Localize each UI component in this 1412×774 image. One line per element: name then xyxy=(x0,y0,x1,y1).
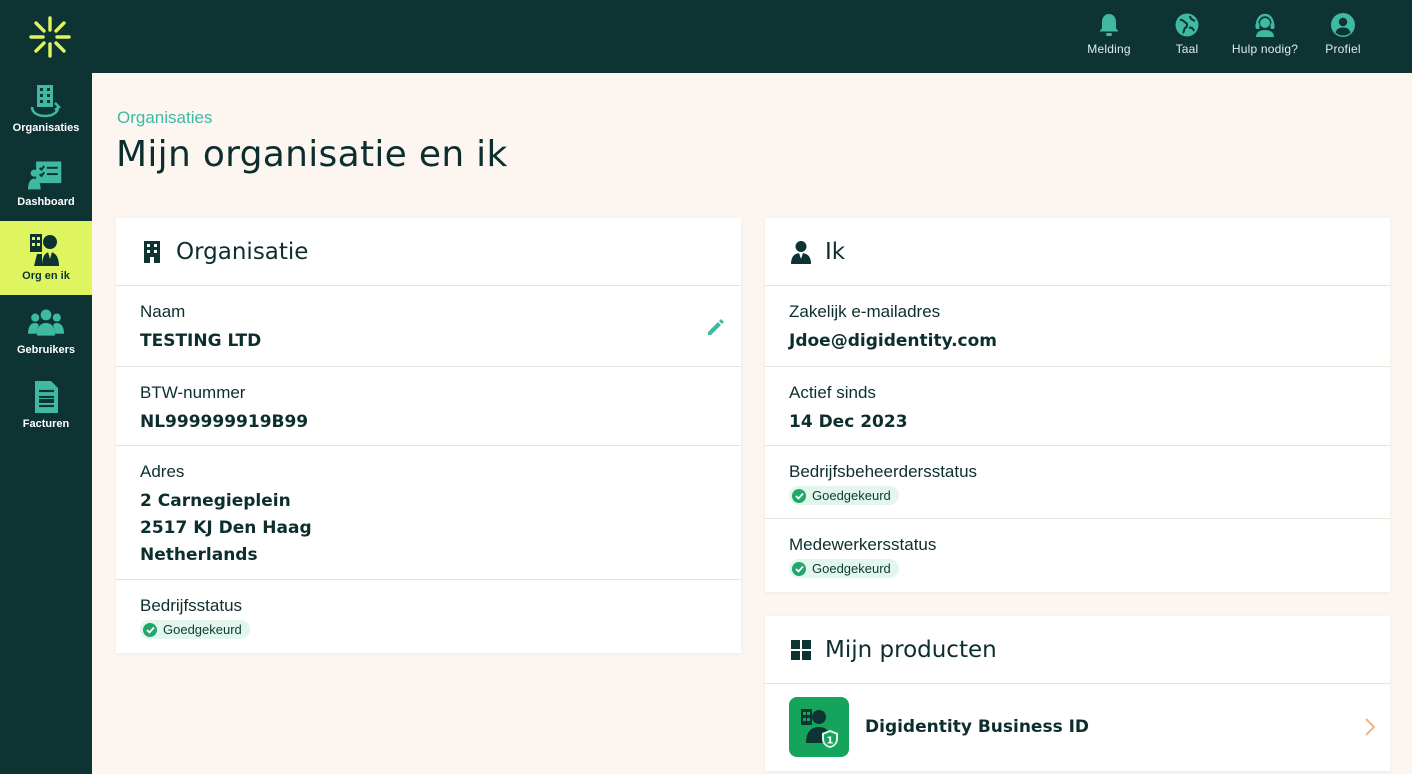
help-button[interactable]: Hulp nodig? xyxy=(1226,12,1304,56)
sidebar-item-org-en-ik[interactable]: Org en ik xyxy=(0,221,92,295)
address-line: 2 Carnegieplein xyxy=(140,491,291,511)
profile-label: Profiel xyxy=(1325,42,1361,56)
invoice-icon xyxy=(35,381,58,413)
me-card-title: Ik xyxy=(825,238,846,265)
product-item-business-id[interactable]: 1 Digidentity Business ID xyxy=(765,684,1390,770)
notification-label: Melding xyxy=(1087,42,1131,56)
active-since-row: Actief sinds 14 Dec 2023 xyxy=(765,367,1390,446)
dashboard-icon xyxy=(28,161,62,190)
status-badge: Goedgekeurd xyxy=(140,620,250,639)
status-badge: Goedgekeurd xyxy=(789,559,899,578)
status-badge-text: Goedgekeurd xyxy=(163,622,242,637)
help-label: Hulp nodig? xyxy=(1231,42,1299,56)
vat-row: BTW-nummer NL999999919B99 xyxy=(116,367,741,446)
product-badge-number: 1 xyxy=(827,736,834,747)
email-label: Zakelijk e-mailadres xyxy=(789,302,941,321)
admin-status-row: Bedrijfsbeheerdersstatus Goedgekeurd xyxy=(765,446,1390,519)
notification-button[interactable]: Melding xyxy=(1070,12,1148,56)
person-icon xyxy=(791,240,811,264)
vat-value: NL999999919B99 xyxy=(140,412,309,432)
bell-icon xyxy=(1099,14,1119,36)
status-badge: Goedgekeurd xyxy=(789,486,899,505)
page-title: Mijn organisatie en ik xyxy=(116,134,508,175)
email-value: Jdoe@digidentity.com xyxy=(789,331,998,351)
profile-button[interactable]: Profiel xyxy=(1304,12,1382,56)
users-icon xyxy=(28,309,64,336)
name-value: TESTING LTD xyxy=(140,331,262,351)
active-since-value: 14 Dec 2023 xyxy=(789,412,908,432)
sidebar-item-label: Org en ik xyxy=(22,270,70,282)
language-label: Taal xyxy=(1175,42,1199,56)
organisation-name-row: Naam TESTING LTD xyxy=(116,286,741,367)
sidebar: Organisaties Dashboard Org en ik Gebruik… xyxy=(0,73,92,774)
sidebar-item-dashboard[interactable]: Dashboard xyxy=(0,147,92,221)
sidebar-item-label: Dashboard xyxy=(17,196,75,208)
grid-icon xyxy=(791,639,811,660)
sidebar-item-gebruikers[interactable]: Gebruikers xyxy=(0,295,92,369)
company-status-label: Bedrijfsstatus xyxy=(140,596,243,615)
admin-status-label: Bedrijfsbeheerdersstatus xyxy=(789,462,978,481)
top-actions: Melding Taal Hulp nodig? Profiel xyxy=(1070,12,1382,56)
status-badge-text: Goedgekeurd xyxy=(812,488,891,503)
organisations-icon xyxy=(30,85,61,118)
globe-icon xyxy=(1175,13,1199,37)
organisation-card-title: Organisatie xyxy=(176,238,309,265)
organisation-card: Organisatie Naam TESTING LTD BTW-nummer … xyxy=(116,218,741,653)
me-card: Ik Zakelijk e-mailadres Jdoe@digidentity… xyxy=(765,218,1390,592)
products-card-header: Mijn producten xyxy=(765,616,1390,684)
products-card: Mijn producten 1 Digidentity Business ID xyxy=(765,616,1390,771)
product-name: Digidentity Business ID xyxy=(865,717,1090,737)
company-status-row: Bedrijfsstatus Goedgekeurd xyxy=(116,580,741,652)
email-row: Zakelijk e-mailadres Jdoe@digidentity.co… xyxy=(765,286,1390,367)
address-label: Adres xyxy=(140,462,185,481)
employee-status-label: Medewerkersstatus xyxy=(789,535,937,554)
vat-label: BTW-nummer xyxy=(140,383,246,402)
language-button[interactable]: Taal xyxy=(1148,12,1226,56)
address-line: Netherlands xyxy=(140,545,258,565)
organisation-card-header: Organisatie xyxy=(116,218,741,286)
check-circle-icon xyxy=(792,561,806,576)
products-card-title: Mijn producten xyxy=(825,636,997,663)
building-icon xyxy=(144,240,160,263)
digidentity-logo[interactable] xyxy=(28,15,72,59)
headset-icon xyxy=(1255,13,1275,37)
breadcrumb[interactable]: Organisaties xyxy=(117,108,212,128)
pencil-icon[interactable] xyxy=(707,318,725,336)
name-label: Naam xyxy=(140,302,186,321)
address-value: 2 Carnegieplein 2517 KJ Den Haag Netherl… xyxy=(140,488,717,569)
user-circle-icon xyxy=(1331,13,1355,37)
me-card-header: Ik xyxy=(765,218,1390,286)
sidebar-item-facturen[interactable]: Facturen xyxy=(0,369,92,443)
chevron-right-icon xyxy=(1365,718,1376,736)
address-row: Adres 2 Carnegieplein 2517 KJ Den Haag N… xyxy=(116,446,741,580)
active-since-label: Actief sinds xyxy=(789,383,876,402)
check-circle-icon xyxy=(792,488,806,503)
employee-status-row: Medewerkersstatus Goedgekeurd xyxy=(765,519,1390,591)
sidebar-item-label: Facturen xyxy=(22,418,70,430)
business-id-icon: 1 xyxy=(789,697,849,757)
sidebar-item-label: Gebruikers xyxy=(16,344,76,356)
org-and-me-icon xyxy=(30,234,59,266)
check-circle-icon xyxy=(143,622,157,637)
address-line: 2517 KJ Den Haag xyxy=(140,518,312,538)
top-bar: Melding Taal Hulp nodig? Profiel xyxy=(0,0,1412,73)
status-badge-text: Goedgekeurd xyxy=(812,561,891,576)
sidebar-item-label: Organisaties xyxy=(12,122,80,134)
sidebar-item-organisaties[interactable]: Organisaties xyxy=(0,73,92,147)
